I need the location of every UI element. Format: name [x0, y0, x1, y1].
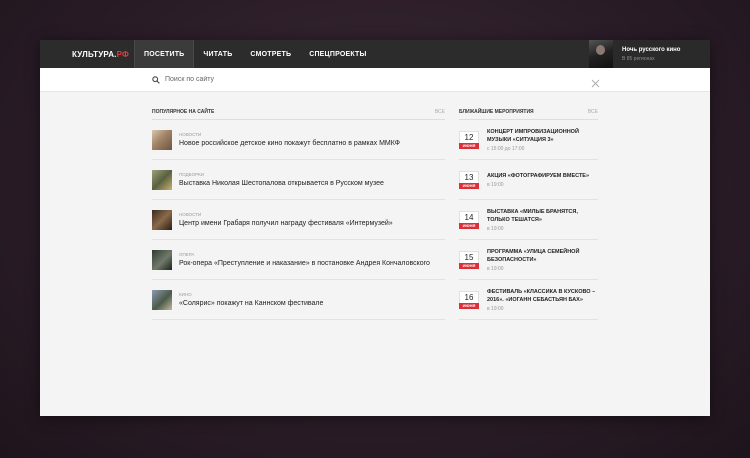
event-title[interactable]: АКЦИЯ «ФОТОГРАФИРУЕМ ВМЕСТЕ»: [487, 172, 589, 180]
promo-title: Ночь русского кино: [622, 46, 681, 53]
news-title[interactable]: Рок-опера «Преступление и наказание» в п…: [179, 259, 430, 268]
search-icon: [152, 75, 162, 85]
news-item[interactable]: ПОДБОРКИ Выставка Николая Шестопалова от…: [152, 160, 445, 200]
events-header: БЛИЖАЙШИЕ МЕРОПРИЯТИЯ ВСЕ: [459, 109, 598, 120]
event-item[interactable]: 16 ИЮНЯ ФЕСТИВАЛЬ «КЛАССИКА В КУСКОВО – …: [459, 280, 598, 320]
event-day: 13: [459, 170, 479, 183]
popular-section: ПОПУЛЯРНОЕ НА САЙТЕ ВСЕ НОВОСТИ Новое ро…: [152, 109, 445, 320]
event-time: с 15:00 до 17:00: [487, 145, 525, 152]
event-day: 15: [459, 250, 479, 263]
news-item[interactable]: НОВОСТИ Центр имени Грабаря получил нагр…: [152, 200, 445, 240]
news-text: КИНО «Солярис» покажут на Каннском фести…: [179, 292, 323, 308]
event-month: ИЮНЯ: [459, 262, 479, 269]
event-month: ИЮНЯ: [459, 222, 479, 229]
nav-item-read[interactable]: ЧИТАТЬ: [194, 40, 241, 68]
news-thumbnail: [152, 249, 172, 270]
news-thumbnail: [152, 209, 172, 230]
event-text: ВЫСТАВКА «МИЛЫЕ БРАНЯТСЯ, ТОЛЬКО ТЕШАТСЯ…: [487, 208, 598, 232]
search-bar: [40, 68, 710, 92]
event-item[interactable]: 12 ИЮНЯ КОНЦЕРТ ИМПРОВИЗАЦИОННОЙ МУЗЫКИ …: [459, 120, 598, 160]
event-date: 13 ИЮНЯ: [459, 170, 479, 189]
event-item[interactable]: 15 ИЮНЯ ПРОГРАММА «УЛИЦА СЕМЕЙНОЙ БЕЗОПА…: [459, 240, 598, 280]
news-item[interactable]: ОПЕРА Рок-опера «Преступление и наказани…: [152, 240, 445, 280]
site-logo[interactable]: КУЛЬТУРА.РФ: [72, 50, 134, 59]
app-window: КУЛЬТУРА.РФ ПОСЕТИТЬ ЧИТАТЬ СМОТРЕТЬ СПЕ…: [40, 40, 710, 416]
event-time: в 19:00: [487, 225, 504, 232]
news-thumbnail: [152, 289, 172, 310]
news-category: КИНО: [179, 291, 192, 297]
search-input[interactable]: [165, 76, 465, 83]
event-title[interactable]: ФЕСТИВАЛЬ «КЛАССИКА В КУСКОВО – 2016». «…: [487, 288, 598, 304]
event-day: 14: [459, 210, 479, 223]
news-title[interactable]: Новое российское детское кино покажут бе…: [179, 139, 400, 148]
promo-text: Ночь русского кино В 85 регионах: [622, 47, 680, 62]
event-title[interactable]: ВЫСТАВКА «МИЛЫЕ БРАНЯТСЯ, ТОЛЬКО ТЕШАТСЯ…: [487, 208, 598, 224]
news-text: ПОДБОРКИ Выставка Николая Шестопалова от…: [179, 172, 384, 188]
news-title[interactable]: Выставка Николая Шестопалова открывается…: [179, 179, 384, 188]
event-time: в 19:00: [487, 181, 504, 188]
main-nav: ПОСЕТИТЬ ЧИТАТЬ СМОТРЕТЬ СПЕЦПРОЕКТЫ: [134, 40, 376, 68]
promo-banner[interactable]: Ночь русского кино В 85 регионах: [589, 40, 710, 68]
event-date: 16 ИЮНЯ: [459, 290, 479, 309]
news-title[interactable]: Центр имени Грабаря получил награду фест…: [179, 219, 393, 228]
event-date: 15 ИЮНЯ: [459, 250, 479, 269]
news-category: НОВОСТИ: [179, 131, 202, 137]
nav-item-special-projects[interactable]: СПЕЦПРОЕКТЫ: [300, 40, 375, 68]
news-item[interactable]: НОВОСТИ Новое российское детское кино по…: [152, 120, 445, 160]
event-day: 16: [459, 290, 479, 303]
news-text: НОВОСТИ Центр имени Грабаря получил нагр…: [179, 212, 393, 228]
promo-subtitle: В 85 регионах: [622, 55, 655, 62]
event-text: КОНЦЕРТ ИМПРОВИЗАЦИОННОЙ МУЗЫКИ «СИТУАЦИ…: [487, 128, 598, 152]
close-icon[interactable]: [591, 75, 600, 88]
event-date: 12 ИЮНЯ: [459, 130, 479, 149]
event-time: в 19:00: [487, 265, 504, 272]
logo-main-text: КУЛЬТУРА.: [72, 49, 117, 59]
event-date: 14 ИЮНЯ: [459, 210, 479, 229]
event-text: ФЕСТИВАЛЬ «КЛАССИКА В КУСКОВО – 2016». «…: [487, 288, 598, 312]
logo-accent-text: РФ: [116, 49, 130, 59]
news-category: ПОДБОРКИ: [179, 171, 204, 177]
news-thumbnail: [152, 169, 172, 190]
events-title: БЛИЖАЙШИЕ МЕРОПРИЯТИЯ: [459, 109, 534, 115]
events-section: БЛИЖАЙШИЕ МЕРОПРИЯТИЯ ВСЕ 12 ИЮНЯ КОНЦЕР…: [459, 109, 598, 320]
popular-header: ПОПУЛЯРНОЕ НА САЙТЕ ВСЕ: [152, 109, 445, 120]
event-title[interactable]: ПРОГРАММА «УЛИЦА СЕМЕЙНОЙ БЕЗОПАСНОСТИ»: [487, 248, 598, 264]
nav-item-watch[interactable]: СМОТРЕТЬ: [241, 40, 300, 68]
news-text: НОВОСТИ Новое российское детское кино по…: [179, 132, 400, 148]
top-navigation-bar: КУЛЬТУРА.РФ ПОСЕТИТЬ ЧИТАТЬ СМОТРЕТЬ СПЕ…: [40, 40, 710, 68]
event-text: ПРОГРАММА «УЛИЦА СЕМЕЙНОЙ БЕЗОПАСНОСТИ» …: [487, 248, 598, 272]
popular-all-link[interactable]: ВСЕ: [435, 109, 445, 115]
news-category: ОПЕРА: [179, 251, 195, 257]
event-month: ИЮНЯ: [459, 302, 479, 309]
event-item[interactable]: 14 ИЮНЯ ВЫСТАВКА «МИЛЫЕ БРАНЯТСЯ, ТОЛЬКО…: [459, 200, 598, 240]
event-item[interactable]: 13 ИЮНЯ АКЦИЯ «ФОТОГРАФИРУЕМ ВМЕСТЕ» в 1…: [459, 160, 598, 200]
popular-title: ПОПУЛЯРНОЕ НА САЙТЕ: [152, 109, 215, 115]
event-title[interactable]: КОНЦЕРТ ИМПРОВИЗАЦИОННОЙ МУЗЫКИ «СИТУАЦИ…: [487, 128, 598, 144]
news-thumbnail: [152, 129, 172, 150]
news-title[interactable]: «Солярис» покажут на Каннском фестивале: [179, 299, 323, 308]
nav-item-visit[interactable]: ПОСЕТИТЬ: [134, 40, 195, 68]
events-all-link[interactable]: ВСЕ: [588, 109, 598, 115]
event-day: 12: [459, 130, 479, 143]
news-item[interactable]: КИНО «Солярис» покажут на Каннском фести…: [152, 280, 445, 320]
event-text: АКЦИЯ «ФОТОГРАФИРУЕМ ВМЕСТЕ» в 19:00: [487, 172, 589, 188]
event-month: ИЮНЯ: [459, 182, 479, 189]
news-text: ОПЕРА Рок-опера «Преступление и наказани…: [179, 252, 430, 268]
event-month: ИЮНЯ: [459, 142, 479, 149]
news-category: НОВОСТИ: [179, 211, 202, 217]
event-time: в 19:00: [487, 305, 504, 312]
promo-photo: [589, 40, 613, 68]
